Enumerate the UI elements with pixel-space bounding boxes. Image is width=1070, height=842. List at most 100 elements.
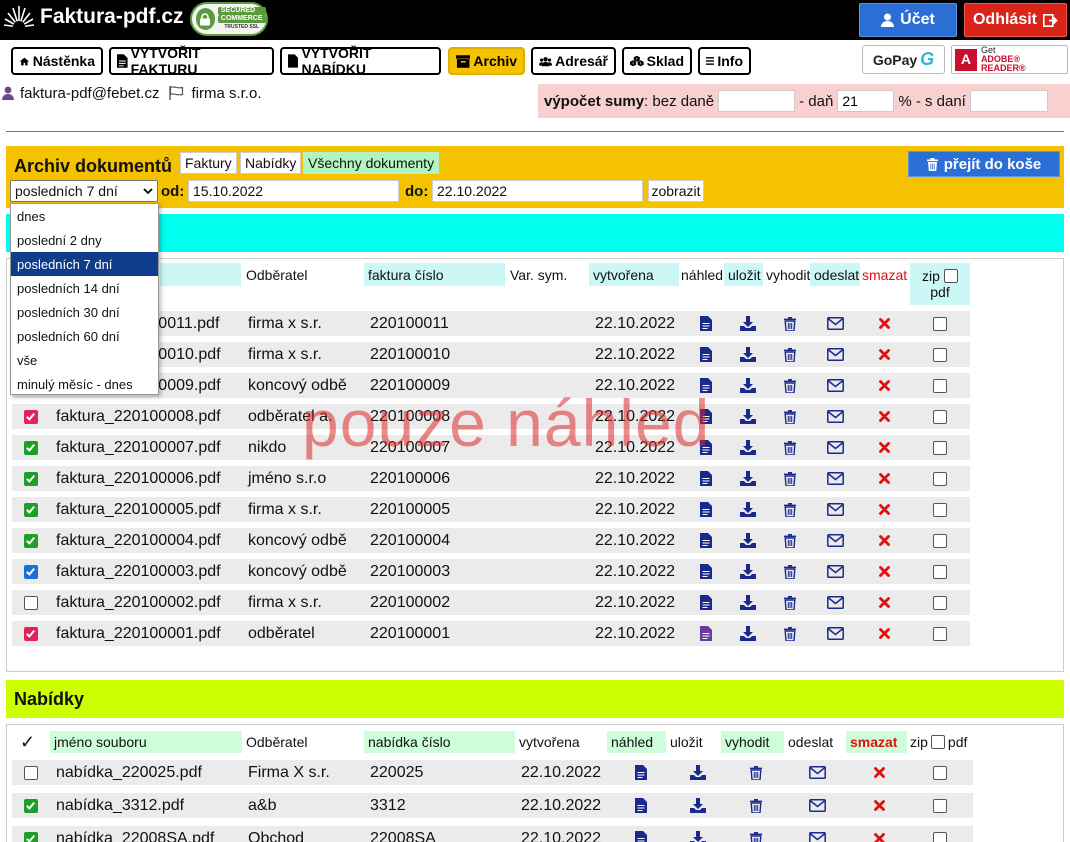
period-select[interactable]: posledních 7 dní (10, 180, 158, 202)
download-icon[interactable] (736, 559, 760, 584)
zip-all-checkbox[interactable] (930, 735, 945, 749)
period-option[interactable]: posledních 14 dní (11, 276, 158, 300)
file-name[interactable]: faktura_220100007.pdf (50, 435, 240, 460)
preview-doc-icon[interactable] (694, 590, 718, 615)
trash-icon[interactable] (778, 559, 802, 584)
download-icon[interactable] (736, 497, 760, 522)
download-icon[interactable] (736, 466, 760, 491)
trash-icon[interactable] (744, 826, 768, 842)
gopay-badge[interactable]: GoPay G (862, 45, 945, 74)
account-button[interactable]: Účet (859, 3, 957, 37)
envelope-icon[interactable] (823, 311, 847, 336)
row-checkbox[interactable] (24, 626, 38, 641)
sum-s-input[interactable] (969, 90, 1048, 112)
trash-icon[interactable] (778, 404, 802, 429)
period-option[interactable]: posledních 30 dní (11, 300, 158, 324)
preview-doc-icon[interactable] (629, 793, 653, 818)
envelope-icon[interactable] (823, 373, 847, 398)
zip-checkbox[interactable] (933, 765, 947, 780)
file-name[interactable]: faktura_220100003.pdf (50, 559, 240, 584)
preview-doc-icon[interactable] (694, 528, 718, 553)
zip-checkbox[interactable] (933, 347, 947, 362)
file-name[interactable]: faktura_220100002.pdf (50, 590, 240, 615)
delete-x-icon[interactable] (872, 621, 896, 646)
preview-doc-icon[interactable] (694, 311, 718, 336)
envelope-icon[interactable] (823, 404, 847, 429)
envelope-icon[interactable] (805, 826, 829, 842)
delete-x-icon[interactable] (872, 404, 896, 429)
zip-checkbox[interactable] (933, 798, 947, 813)
delete-x-icon[interactable] (872, 373, 896, 398)
row-checkbox[interactable] (24, 595, 38, 610)
nav-sklad[interactable]: Sklad (622, 47, 692, 75)
tab-all-documents[interactable]: Všechny dokumenty (303, 152, 440, 174)
file-name[interactable]: nabídka_22008SA.pdf (50, 826, 240, 842)
trash-icon[interactable] (744, 760, 768, 785)
delete-x-icon[interactable] (872, 497, 896, 522)
download-icon[interactable] (736, 528, 760, 553)
download-icon[interactable] (686, 826, 710, 842)
zip-checkbox[interactable] (933, 316, 947, 331)
nav-archiv[interactable]: Archiv (448, 47, 525, 75)
file-name[interactable]: nabídka_220025.pdf (50, 760, 240, 785)
delete-x-icon[interactable] (867, 826, 891, 842)
period-option[interactable]: posledních 7 dní (11, 252, 158, 276)
download-icon[interactable] (736, 373, 760, 398)
file-name[interactable]: faktura_220100005.pdf (50, 497, 240, 522)
row-checkbox[interactable] (24, 409, 38, 424)
nav-vytvorit-nabidku[interactable]: VYTVOŘIT NABÍDKU (280, 45, 441, 77)
delete-x-icon[interactable] (872, 342, 896, 367)
download-icon[interactable] (686, 760, 710, 785)
zip-checkbox[interactable] (933, 595, 947, 610)
download-icon[interactable] (736, 435, 760, 460)
delete-x-icon[interactable] (872, 528, 896, 553)
envelope-icon[interactable] (823, 528, 847, 553)
trash-icon[interactable] (744, 793, 768, 818)
logout-button[interactable]: Odhlásit (964, 3, 1067, 37)
file-name[interactable]: faktura_220100006.pdf (50, 466, 240, 491)
file-name[interactable]: nabídka_3312.pdf (50, 793, 240, 818)
adobe-reader-badge[interactable]: A Get ADOBE® READER® (951, 45, 1068, 74)
zip-checkbox[interactable] (933, 626, 947, 641)
preview-doc-icon[interactable] (694, 621, 718, 646)
download-icon[interactable] (736, 342, 760, 367)
row-checkbox[interactable] (24, 564, 38, 579)
period-option[interactable]: posledních 60 dní (11, 324, 158, 348)
zip-all-checkbox[interactable] (943, 269, 958, 283)
zip-checkbox[interactable] (933, 564, 947, 579)
nav-vytvorit-fakturu[interactable]: VYTVOŘIT FAKTURU (109, 45, 274, 77)
to-date-input[interactable]: 22.10.2022 (432, 180, 643, 202)
trash-icon[interactable] (778, 590, 802, 615)
zip-checkbox[interactable] (933, 533, 947, 548)
envelope-icon[interactable] (823, 590, 847, 615)
delete-x-icon[interactable] (872, 590, 896, 615)
envelope-icon[interactable] (823, 559, 847, 584)
row-checkbox[interactable] (24, 831, 38, 842)
nav-info[interactable]: Info (698, 47, 751, 75)
file-name[interactable]: faktura_220100008.pdf (50, 404, 240, 429)
delete-x-icon[interactable] (872, 435, 896, 460)
download-icon[interactable] (736, 311, 760, 336)
envelope-icon[interactable] (823, 342, 847, 367)
zip-checkbox[interactable] (933, 831, 947, 842)
download-icon[interactable] (736, 590, 760, 615)
trash-icon[interactable] (778, 528, 802, 553)
trash-icon[interactable] (778, 466, 802, 491)
row-checkbox[interactable] (24, 471, 38, 486)
period-option[interactable]: minulý měsíc - dnes (11, 372, 158, 396)
envelope-icon[interactable] (823, 435, 847, 460)
preview-doc-icon[interactable] (694, 466, 718, 491)
delete-x-icon[interactable] (872, 311, 896, 336)
from-date-input[interactable]: 15.10.2022 (188, 180, 399, 202)
period-option[interactable]: dnes (11, 204, 158, 228)
delete-x-icon[interactable] (867, 793, 891, 818)
delete-x-icon[interactable] (872, 559, 896, 584)
period-option[interactable]: poslední 2 dny (11, 228, 158, 252)
sum-bez-input[interactable] (718, 90, 796, 112)
trash-icon[interactable] (778, 373, 802, 398)
show-button[interactable]: zobrazit (648, 180, 704, 202)
preview-doc-icon[interactable] (629, 826, 653, 842)
file-name[interactable]: faktura_220100004.pdf (50, 528, 240, 553)
row-checkbox[interactable] (24, 440, 38, 455)
envelope-icon[interactable] (823, 497, 847, 522)
